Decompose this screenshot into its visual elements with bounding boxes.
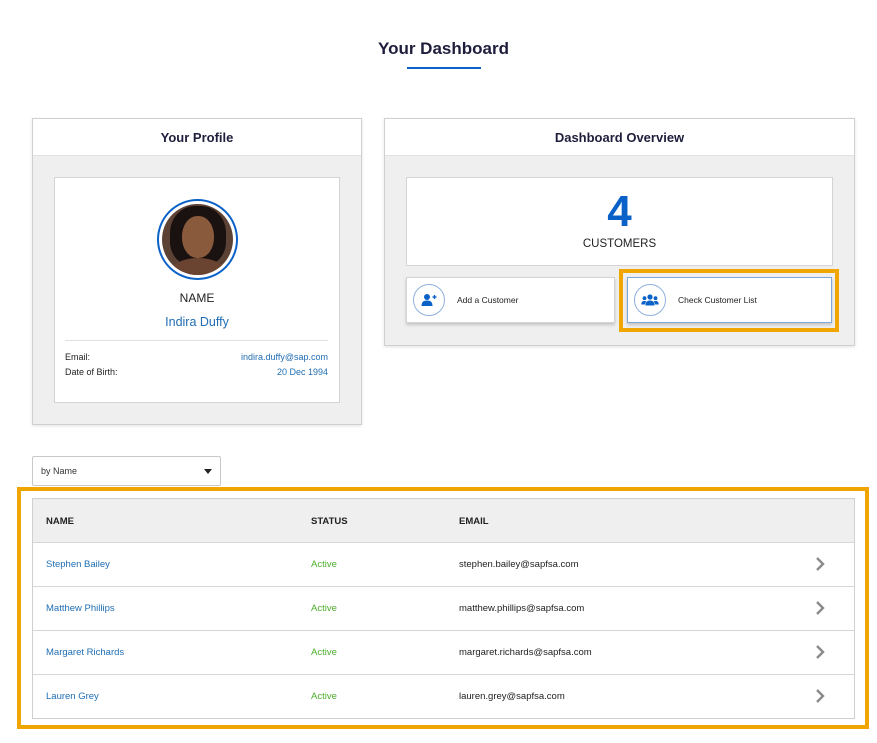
profile-divider xyxy=(65,340,328,341)
column-header-email: EMAIL xyxy=(459,516,489,527)
customer-status: Active xyxy=(311,647,337,658)
table-row[interactable]: Stephen Bailey Active stephen.bailey@sap… xyxy=(33,543,854,587)
overview-panel: Dashboard Overview 4 CUSTOMERS Add a Cus… xyxy=(384,118,855,346)
sort-select[interactable]: by Name xyxy=(32,456,221,486)
dob-label: Date of Birth: xyxy=(65,367,118,377)
check-customer-list-button[interactable]: Check Customer List xyxy=(627,277,832,323)
customer-email: margaret.richards@sapfsa.com xyxy=(459,647,592,658)
customer-status: Active xyxy=(311,603,337,614)
chevron-right-icon[interactable] xyxy=(813,600,827,616)
table-row[interactable]: Lauren Grey Active lauren.grey@sapfsa.co… xyxy=(33,675,854,719)
profile-card: NAME Indira Duffy Email: indira.duffy@sa… xyxy=(54,177,340,403)
overview-panel-header: Dashboard Overview xyxy=(385,119,854,156)
avatar xyxy=(157,199,238,280)
group-icon xyxy=(634,284,666,316)
chevron-right-icon[interactable] xyxy=(813,688,827,704)
profile-dob-row: Date of Birth: 20 Dec 1994 xyxy=(65,367,328,377)
customer-name[interactable]: Lauren Grey xyxy=(46,691,99,702)
profile-email-row: Email: indira.duffy@sap.com xyxy=(65,352,328,362)
column-header-status: STATUS xyxy=(311,516,348,527)
profile-name: Indira Duffy xyxy=(165,315,229,329)
customer-count: 4 xyxy=(607,187,632,236)
table-header: NAME STATUS EMAIL xyxy=(33,499,854,543)
customer-email: matthew.phillips@sapfsa.com xyxy=(459,603,585,614)
customer-email: stephen.bailey@sapfsa.com xyxy=(459,559,579,570)
table-row[interactable]: Margaret Richards Active margaret.richar… xyxy=(33,631,854,675)
customer-email: lauren.grey@sapfsa.com xyxy=(459,691,565,702)
chevron-right-icon[interactable] xyxy=(813,644,827,660)
customer-status: Active xyxy=(311,559,337,570)
customer-count-card: 4 CUSTOMERS xyxy=(406,177,833,266)
add-customer-label: Add a Customer xyxy=(457,295,519,305)
customer-status: Active xyxy=(311,691,337,702)
chevron-down-icon xyxy=(204,469,212,474)
sort-select-value: by Name xyxy=(41,466,78,476)
email-value: indira.duffy@sap.com xyxy=(240,352,328,362)
table-row[interactable]: Matthew Phillips Active matthew.phillips… xyxy=(33,587,854,631)
customer-name[interactable]: Matthew Phillips xyxy=(46,603,115,614)
profile-panel: Your Profile NAME Indira Duffy Email: in… xyxy=(32,118,362,425)
customer-caption: CUSTOMERS xyxy=(582,238,657,250)
chevron-right-icon[interactable] xyxy=(813,556,827,572)
add-user-icon xyxy=(413,284,445,316)
customer-name[interactable]: Margaret Richards xyxy=(46,647,124,658)
page-title: Your Dashboard xyxy=(378,39,509,58)
email-label: Email: xyxy=(65,352,91,362)
profile-name-label: NAME xyxy=(179,291,215,305)
customer-table: NAME STATUS EMAIL Stephen Bailey Active … xyxy=(32,498,855,719)
profile-panel-header: Your Profile xyxy=(33,119,361,156)
title-underline xyxy=(407,67,481,69)
add-customer-button[interactable]: Add a Customer xyxy=(406,277,615,323)
dob-value: 20 Dec 1994 xyxy=(276,367,328,377)
column-header-name: NAME xyxy=(46,516,74,527)
customer-name[interactable]: Stephen Bailey xyxy=(46,559,110,570)
check-customer-list-label: Check Customer List xyxy=(678,295,757,305)
